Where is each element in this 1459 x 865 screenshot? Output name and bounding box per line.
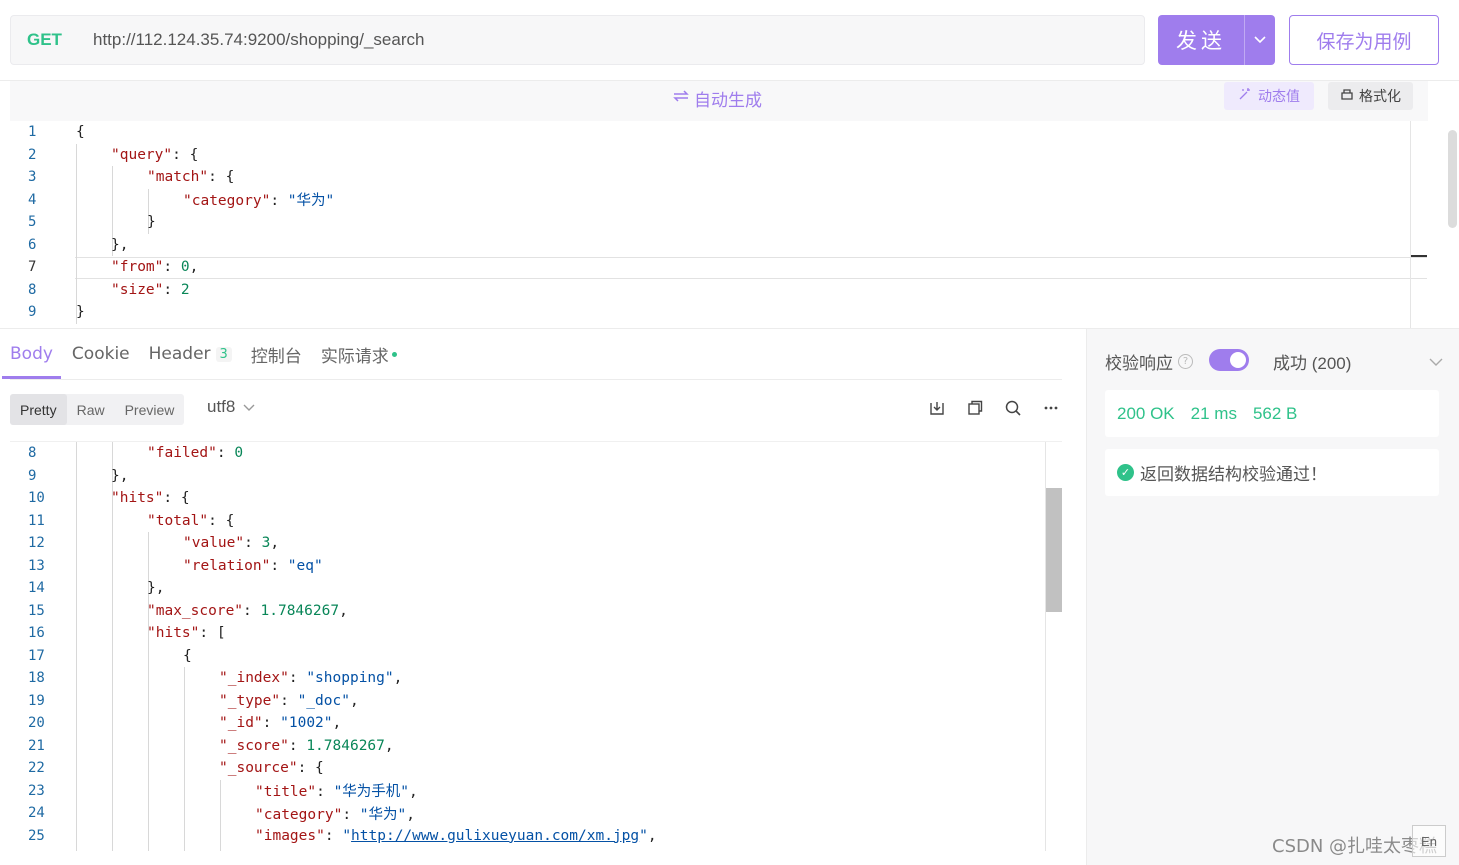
page-scrollbar[interactable] [1448,130,1457,228]
code-line: 15 "max_score": 1.7846267, [28,602,348,619]
tab-actual-request[interactable]: 实际请求 [321,329,397,379]
encoding-select[interactable]: utf8 [207,397,255,417]
image-link[interactable]: http://www.gulixueyuan.com/xm.jpg [351,828,639,844]
tab-header[interactable]: Header 3 [149,329,232,379]
code-line: 10 "hits": { [28,490,190,507]
code-line: 11 "total": { [28,512,235,529]
auto-generate-label: 自动生成 [694,91,762,111]
code-line: 16 "hits": [ [28,625,226,642]
response-select[interactable]: 成功 (200) [1273,349,1443,374]
code-line: 17 { [28,647,192,664]
code-line-active: 7 "from": 0, [28,259,199,276]
response-size: 562 B [1252,403,1298,423]
view-mode-toggle: Pretty Raw Preview [10,394,185,425]
code-line: 8 "size": 2 [28,281,190,298]
ime-indicator: En [1412,825,1446,857]
format-icon [1340,87,1354,105]
validation-panel: 校验响应 ? 成功 (200) 200 OK 21 ms 562 B ✓ 返回数… [1086,328,1459,865]
response-panel: Body Cookie Header 3 控制台 实际请求 Pretty Raw… [0,328,1086,865]
validation-result-card: ✓ 返回数据结构校验通过！ [1105,449,1439,496]
more-icon[interactable] [1042,399,1060,417]
code-line: 8 "failed": 0 [28,445,244,462]
help-icon[interactable]: ? [1178,354,1193,369]
response-status-card: 200 OK 21 ms 562 B [1105,390,1439,437]
http-method[interactable]: GET [27,30,93,50]
auto-generate-button[interactable]: 自动生成 [672,86,762,111]
divider [10,379,1062,380]
url-input[interactable]: http://112.124.35.74:9200/shopping/_sear… [93,30,424,50]
send-button-label[interactable]: 发送 [1158,15,1244,65]
code-line: 5 } [28,214,156,231]
check-circle-icon: ✓ [1117,464,1134,481]
download-icon[interactable] [928,399,946,417]
code-line: 1 { [28,124,85,141]
response-tabs: Body Cookie Header 3 控制台 实际请求 [2,329,416,379]
overview-ruler-cursor [1411,255,1427,257]
code-line: 2 "query": { [28,146,199,163]
magic-wand-icon [1238,87,1252,105]
validate-response-toggle[interactable] [1209,349,1249,371]
tab-console[interactable]: 控制台 [251,329,302,379]
response-select-value: 成功 (200) [1273,354,1352,373]
editor-scrollbar[interactable] [1410,121,1428,328]
chevron-down-icon [243,397,255,417]
encoding-value: utf8 [207,397,236,416]
swap-icon [672,88,690,109]
dynamic-value-label: 动态值 [1258,89,1300,105]
code-line: 9 }, [28,467,129,484]
code-line: 25 "images": "http://www.gulixueyuan.com… [28,827,657,844]
copy-icon[interactable] [966,399,984,417]
code-line: 13 "relation": "eq" [28,557,323,574]
code-line: 20 "_id": "1002", [28,715,342,732]
response-tools [928,399,1060,417]
view-raw[interactable]: Raw [67,394,115,425]
save-as-case-button[interactable]: 保存为用例 [1289,15,1439,65]
view-preview[interactable]: Preview [115,394,185,425]
code-line: 3 "match": { [28,169,235,186]
response-time: 21 ms [1190,403,1237,423]
view-pretty[interactable]: Pretty [10,394,67,425]
code-line: 18 "_index": "shopping", [28,670,403,687]
code-line: 19 "_type": "_doc", [28,692,359,709]
code-line: 23 "title": "华为手机", [28,782,418,801]
tab-actual-request-label: 实际请求 [320,346,389,367]
dynamic-value-button[interactable]: 动态值 [1224,82,1314,110]
code-line: 24 "category": "华为", [28,805,415,823]
validation-message: 返回数据结构校验通过！ [1140,465,1327,485]
code-line: 22 "_source": { [28,760,324,777]
code-line: 12 "value": 3, [28,535,280,552]
code-line: 14 }, [28,580,165,597]
editor-toolbar: 自动生成 动态值 格式化 [10,81,1428,121]
validate-response-label: 校验响应 ? [1105,349,1193,374]
send-button[interactable]: 发送 [1158,15,1275,65]
code-line: 4 "category": "华为" [28,191,335,210]
format-label: 格式化 [1359,89,1401,105]
code-line: 6 }, [28,236,129,253]
header-count-badge: 3 [215,346,232,362]
response-scrollbar-thumb[interactable] [1046,488,1062,612]
chevron-down-icon[interactable] [1245,15,1275,65]
request-body-editor[interactable]: 1 { 2 "query": { 3 "match": { 4 "categor… [10,121,1428,328]
format-button[interactable]: 格式化 [1328,82,1413,110]
code-line: 9 } [28,304,85,321]
status-code: 200 OK [1117,403,1175,423]
tab-cookie[interactable]: Cookie [72,329,130,379]
chevron-down-icon [1429,352,1443,372]
code-line: 21 "_score": 1.7846267, [28,737,394,754]
search-icon[interactable] [1004,399,1022,417]
tab-body[interactable]: Body [2,329,61,379]
tab-header-label: Header [148,344,211,364]
url-bar[interactable]: GET http://112.124.35.74:9200/shopping/_… [10,15,1145,65]
status-dot [391,351,397,357]
response-body-viewer[interactable]: 8 "failed": 0 9 }, 10 "hits": { 11 "tota… [10,441,1062,851]
